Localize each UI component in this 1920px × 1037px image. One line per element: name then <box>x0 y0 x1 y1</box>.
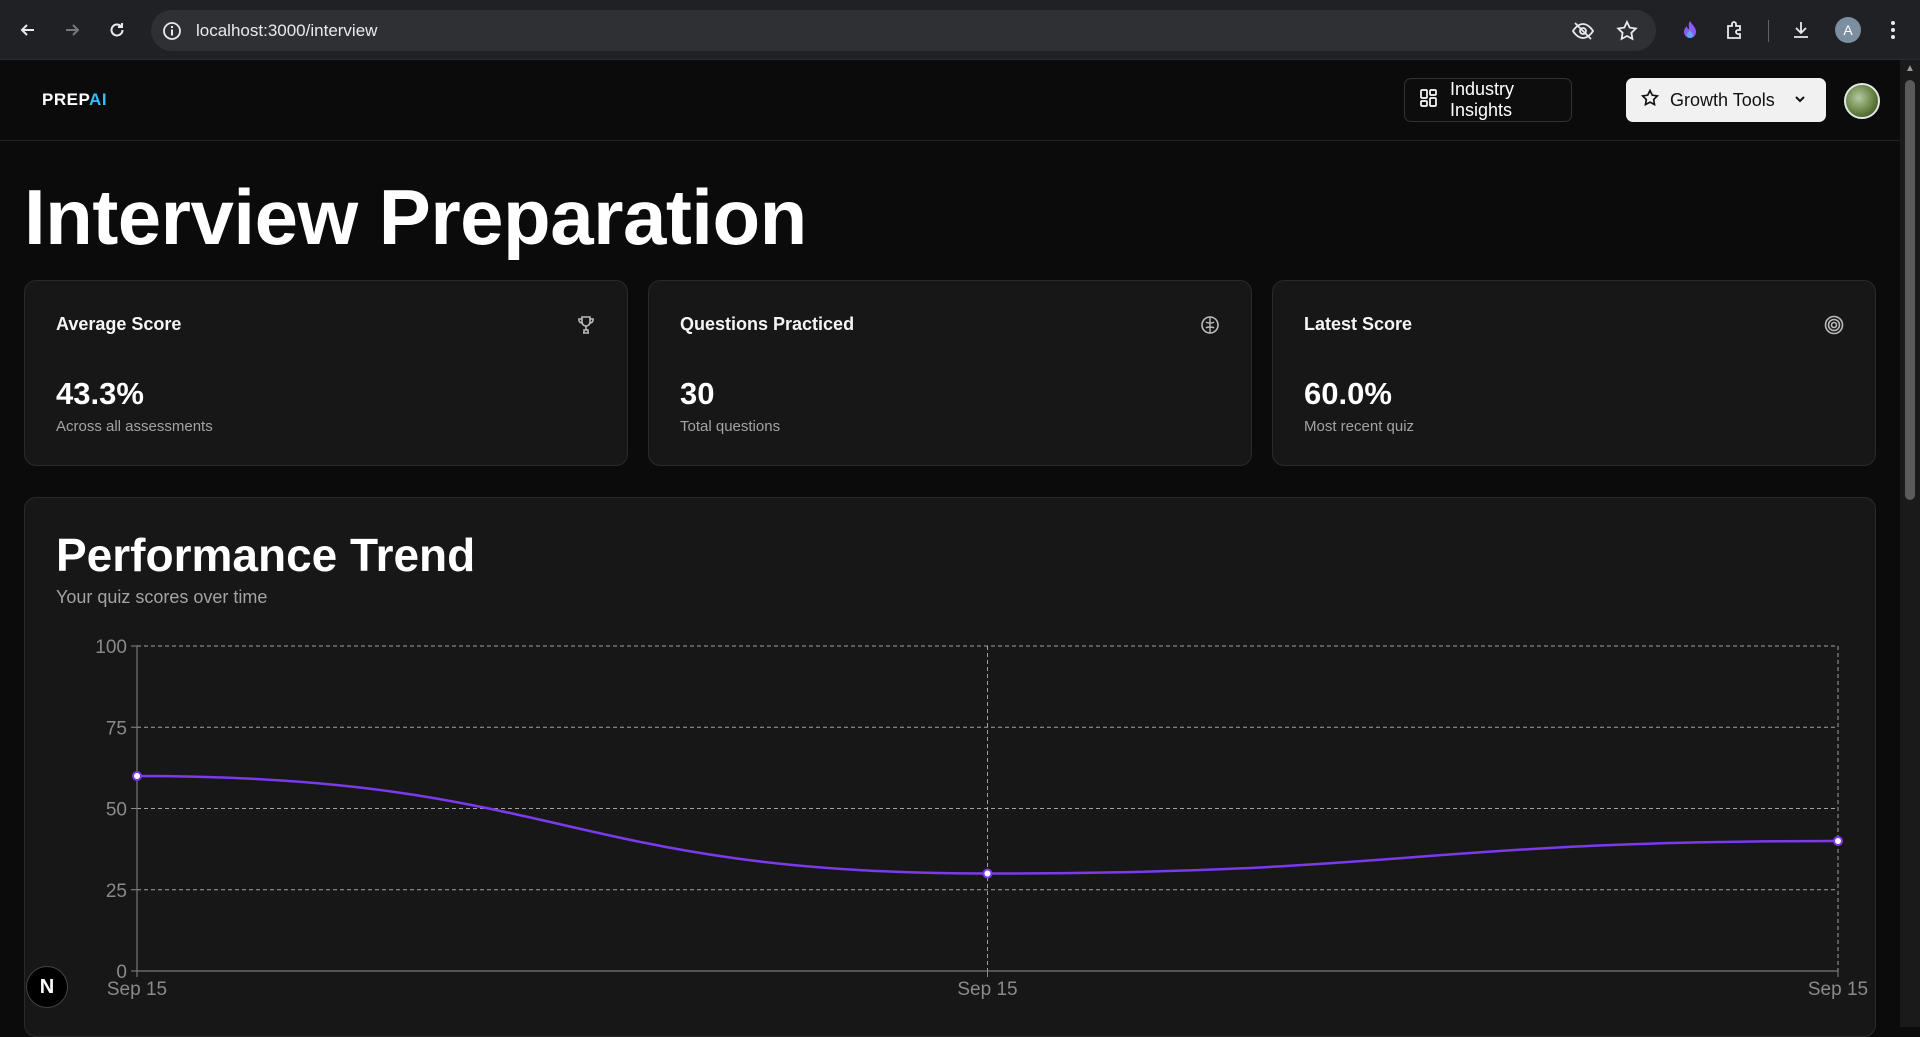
chevron-down-icon <box>1793 90 1807 111</box>
site-info-icon[interactable] <box>161 20 183 42</box>
trend-subtitle: Your quiz scores over time <box>56 587 268 607</box>
stat-card-latest-score: Latest Score 60.0% Most recent quiz <box>1272 280 1876 466</box>
puzzle-icon[interactable] <box>1721 16 1749 44</box>
stat-value: 43.3% <box>56 376 144 411</box>
stat-card-average-score: Average Score 43.3% Across all assessmen… <box>24 280 628 466</box>
toolbar-separator <box>1768 20 1769 42</box>
stat-card-questions-practiced: Questions Practiced 30 Total questions <box>648 280 1252 466</box>
stat-subtitle: Across all assessments <box>56 418 213 435</box>
stat-subtitle: Total questions <box>680 418 781 435</box>
nextjs-dev-badge[interactable]: N <box>26 966 68 1008</box>
url-text[interactable]: localhost:3000/interview <box>196 21 377 41</box>
download-icon[interactable] <box>1787 16 1815 44</box>
star-outline-icon <box>1640 88 1660 113</box>
page-title: Interview Preparation <box>24 173 807 261</box>
growth-tools-label: Growth Tools <box>1670 89 1775 110</box>
trophy-icon <box>575 314 597 336</box>
eye-off-icon[interactable] <box>1571 19 1595 43</box>
kebab-menu-icon[interactable] <box>1879 16 1907 44</box>
browser-profile-avatar[interactable]: A <box>1835 17 1861 43</box>
logo-suffix: AI <box>89 90 108 109</box>
back-arrow-icon[interactable] <box>14 16 42 44</box>
dashboard-grid-icon <box>1419 88 1439 113</box>
scroll-up-arrow[interactable]: ▲ <box>1905 64 1915 74</box>
stat-value: 60.0% <box>1304 376 1392 411</box>
logo[interactable]: PREPAI <box>42 90 107 110</box>
app-header: PREPAI Industry Insights Growth Tools <box>0 60 1900 141</box>
extension-flame-icon[interactable] <box>1676 16 1704 44</box>
page-scrollbar[interactable]: ▲ <box>1900 60 1920 1027</box>
growth-tools-button[interactable]: Growth Tools <box>1626 78 1826 122</box>
industry-insights-label: Industry Insights <box>1450 79 1515 120</box>
user-avatar[interactable] <box>1844 83 1880 119</box>
trend-title: Performance Trend <box>56 529 476 581</box>
forward-arrow-icon[interactable] <box>58 16 86 44</box>
scrollbar-thumb[interactable] <box>1905 80 1915 500</box>
target-icon <box>1823 314 1845 336</box>
browser-toolbar: localhost:3000/interview A <box>0 0 1920 60</box>
stat-title: Latest Score <box>1304 314 1413 334</box>
reload-icon[interactable] <box>103 16 131 44</box>
brain-icon <box>1199 314 1221 336</box>
stat-title: Questions Practiced <box>680 314 855 334</box>
logo-prefix: PREP <box>42 90 90 109</box>
industry-insights-button[interactable]: Industry Insights <box>1404 78 1572 122</box>
star-icon[interactable] <box>1615 19 1639 43</box>
stat-value: 30 <box>680 376 715 411</box>
address-bar[interactable]: localhost:3000/interview <box>151 10 1656 51</box>
performance-trend-card: Performance Trend Your quiz scores over … <box>24 497 1876 1037</box>
stat-subtitle: Most recent quiz <box>1304 418 1415 435</box>
stat-title: Average Score <box>56 314 182 334</box>
